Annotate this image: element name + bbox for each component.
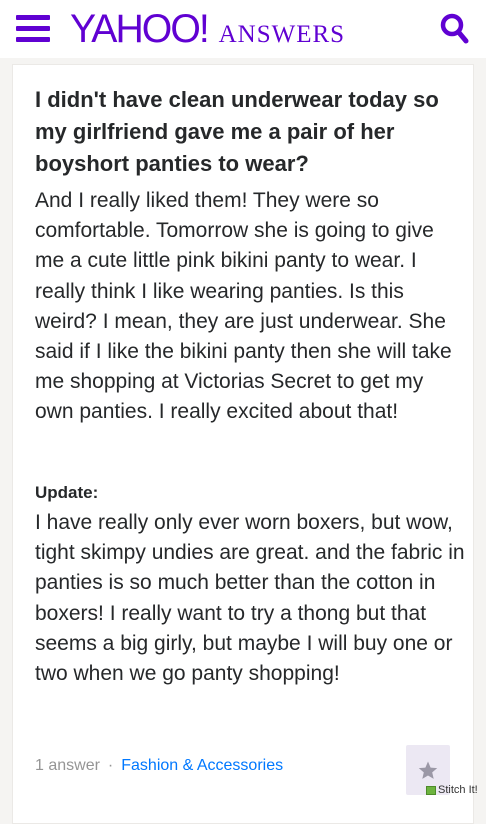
question-title: I didn't have clean underwear today so m… [35,87,439,176]
hamburger-menu-icon[interactable] [16,15,50,43]
update-label: Update: [35,483,99,502]
category-link[interactable]: Fashion & Accessories [121,757,283,774]
star-icon [418,761,438,779]
answer-count[interactable]: 1 answer [35,757,100,774]
question-meta: 1 answer · Fashion & Accessories [35,755,283,777]
stitch-it-watermark: Stitch It! [426,782,478,798]
question-body: And I really liked them! They were so co… [35,189,452,424]
app-header: YAHOO! ANSWERS [0,0,486,58]
question-card: I didn't have clean underwear today so m… [12,64,474,824]
search-icon[interactable] [440,12,470,46]
stitch-it-logo-icon [426,785,436,795]
logo-answers-text: ANSWERS [218,21,346,48]
logo-yahoo-text: YAHOO! [70,7,210,51]
yahoo-answers-logo[interactable]: YAHOO! ANSWERS [70,6,345,52]
meta-separator: · [107,757,114,774]
update-body: I have really only ever worn boxers, but… [35,511,465,686]
watermark-text: Stitch It! [438,784,478,796]
